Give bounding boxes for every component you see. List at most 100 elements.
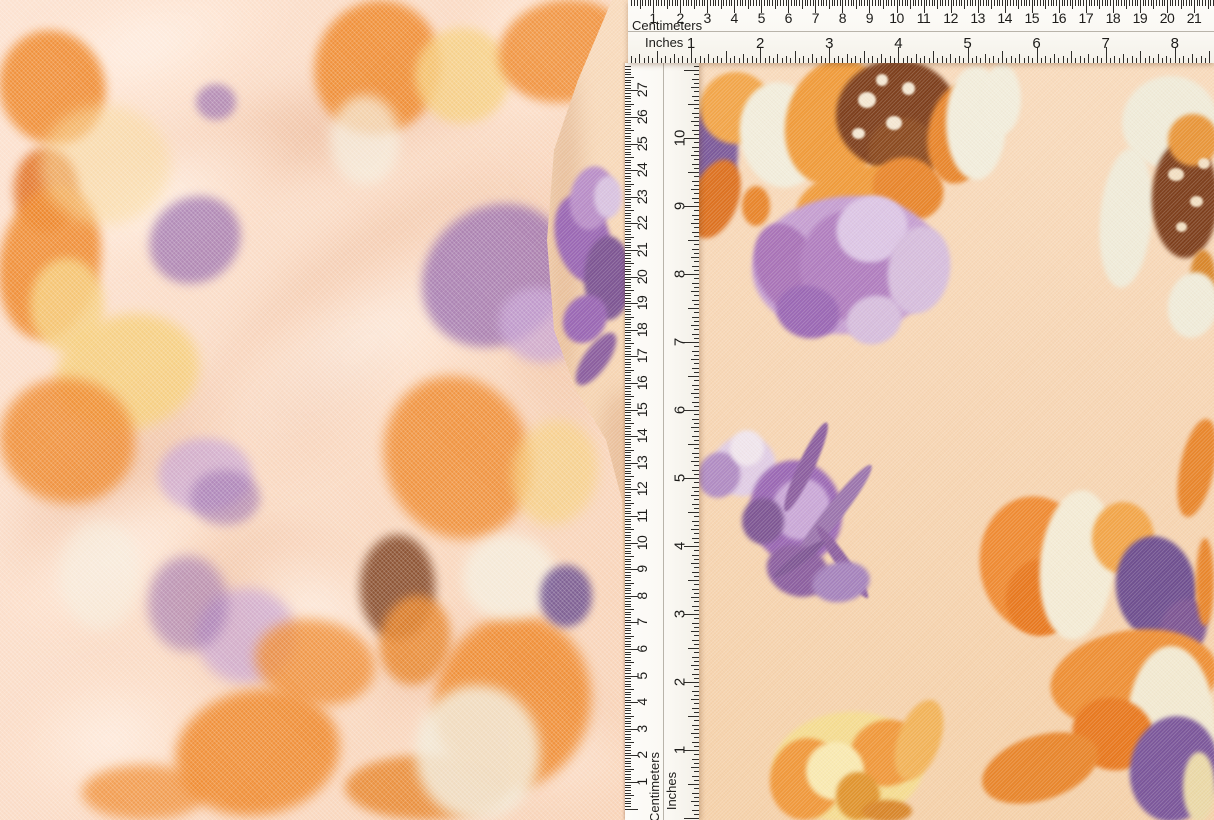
tick (1041, 58, 1042, 63)
printed-flower (60, 520, 140, 630)
tick (877, 58, 878, 63)
tick (692, 164, 699, 165)
tick (692, 300, 699, 301)
printed-flower (1196, 538, 1214, 626)
tick (694, 576, 699, 577)
tick (694, 100, 699, 101)
printed-flower (1198, 158, 1210, 169)
tick (692, 113, 699, 114)
tick (868, 58, 869, 63)
tick (692, 521, 699, 522)
tick (1149, 56, 1150, 63)
tick (694, 720, 699, 721)
tick (694, 754, 699, 755)
inch-number: 6 (1032, 36, 1040, 51)
tick (692, 283, 699, 284)
tick (1093, 58, 1094, 63)
tick (739, 58, 740, 63)
tick (694, 533, 699, 534)
tick (694, 125, 699, 126)
tick (694, 491, 699, 492)
tick (694, 763, 699, 764)
tick (692, 606, 699, 607)
tick (946, 58, 947, 63)
tick (694, 431, 699, 432)
tick (691, 121, 699, 122)
tick (694, 108, 699, 109)
tick (1179, 58, 1180, 63)
tick (694, 185, 699, 186)
tick (1024, 58, 1025, 63)
tick (692, 776, 699, 777)
tick (694, 508, 699, 509)
tick (694, 134, 699, 135)
tick (674, 54, 675, 63)
tick (694, 346, 699, 347)
tick (691, 291, 699, 292)
tick (694, 593, 699, 594)
tick (644, 58, 645, 63)
tick (694, 278, 699, 279)
tick (885, 58, 886, 63)
tick (694, 227, 699, 228)
tick (694, 525, 699, 526)
inches-label: Inches (645, 36, 683, 49)
tick (694, 567, 699, 568)
tick (692, 385, 699, 386)
printed-flower (1183, 752, 1214, 820)
tick (942, 56, 943, 63)
tick (691, 427, 699, 428)
tick (694, 584, 699, 585)
tick (1045, 56, 1046, 63)
printed-flower (862, 800, 912, 820)
tick (1183, 56, 1184, 63)
tick (1088, 54, 1089, 63)
tick (688, 784, 699, 785)
tick (1127, 58, 1128, 63)
tick (1054, 54, 1055, 63)
tick (688, 172, 699, 173)
printed-flower (742, 186, 770, 226)
inch-number: 5 (673, 474, 688, 482)
tick (692, 657, 699, 658)
tick (694, 338, 699, 339)
horizontal-ruler: Centimeters 1234567891011121314151617181… (628, 0, 1214, 63)
tick (694, 601, 699, 602)
tick (989, 58, 990, 63)
tick (1080, 56, 1081, 63)
tick (694, 91, 699, 92)
tick (694, 270, 699, 271)
tick (692, 368, 699, 369)
tick (694, 627, 699, 628)
tick (1201, 56, 1202, 63)
tick (998, 58, 999, 63)
tick (855, 56, 856, 63)
tick (692, 504, 699, 505)
tick (803, 56, 804, 63)
tick (694, 329, 699, 330)
tick (1006, 58, 1007, 63)
tick (734, 56, 735, 63)
tick (694, 406, 699, 407)
tick (688, 308, 699, 309)
tick (694, 686, 699, 687)
tick (691, 223, 699, 224)
tick (688, 648, 699, 649)
tick (692, 470, 699, 471)
tick (688, 376, 699, 377)
tick (834, 58, 835, 63)
tick (1192, 54, 1193, 63)
tick (950, 54, 951, 63)
tick (692, 708, 699, 709)
tick (694, 703, 699, 704)
tick (700, 56, 701, 63)
tick (842, 58, 843, 63)
tick (756, 58, 757, 63)
tick (976, 56, 977, 63)
tick (694, 440, 699, 441)
centimeters-label-vertical: Centimeters (648, 727, 662, 820)
inch-number: 3 (673, 610, 688, 618)
tick (695, 58, 696, 63)
tick (985, 54, 986, 63)
tick (694, 389, 699, 390)
